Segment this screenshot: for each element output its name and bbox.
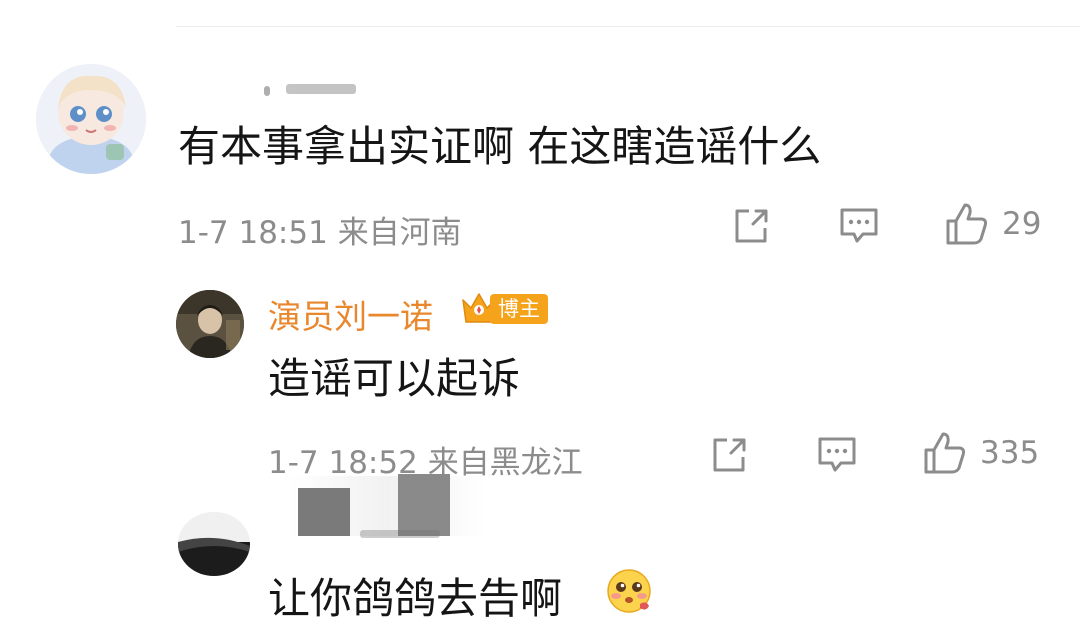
comment-meta: 1-7 18:51 来自河南 xyxy=(178,207,462,252)
like-button[interactable]: 29 xyxy=(944,201,1041,247)
blush-pleading-emoji xyxy=(606,568,652,614)
share-icon xyxy=(713,438,746,472)
avatar[interactable] xyxy=(36,64,146,174)
cropped-avatar-image xyxy=(178,512,250,576)
avatar[interactable] xyxy=(178,512,250,576)
blogger-badge: 博主 xyxy=(460,288,548,328)
comment-location: 来自河南 xyxy=(337,215,462,251)
comment-icon xyxy=(840,208,878,243)
comment-text: 有本事拿出实证啊 在这瞎造谣什么 xyxy=(178,122,822,171)
author-name[interactable]: 演员刘一诺 xyxy=(268,290,433,338)
blurred-username xyxy=(360,520,450,542)
comment-text: 造谣可以起诉 xyxy=(268,354,521,403)
share-button[interactable] xyxy=(731,206,771,246)
share-button[interactable] xyxy=(709,435,749,475)
like-count: 335 xyxy=(980,435,1040,471)
blurred-username xyxy=(264,78,360,98)
comment-button[interactable] xyxy=(838,206,880,246)
comment-text: 让你鸽鸽去告啊 xyxy=(268,574,563,623)
plush-doll-avatar-image xyxy=(36,64,146,174)
share-icon xyxy=(735,209,768,243)
comment-icon xyxy=(818,437,856,472)
like-button[interactable]: 335 xyxy=(922,430,1039,476)
like-count: 29 xyxy=(1002,206,1042,242)
avatar[interactable] xyxy=(176,290,244,358)
badge-label: 博主 xyxy=(490,294,548,324)
top-divider xyxy=(176,26,1080,27)
thumbs-up-icon xyxy=(946,203,988,245)
censor-block xyxy=(298,488,350,536)
thumbs-up-icon xyxy=(924,432,966,474)
author-photo-avatar xyxy=(176,290,244,358)
comment-time: 1-7 18:51 xyxy=(178,215,328,251)
comment-button[interactable] xyxy=(816,435,858,475)
